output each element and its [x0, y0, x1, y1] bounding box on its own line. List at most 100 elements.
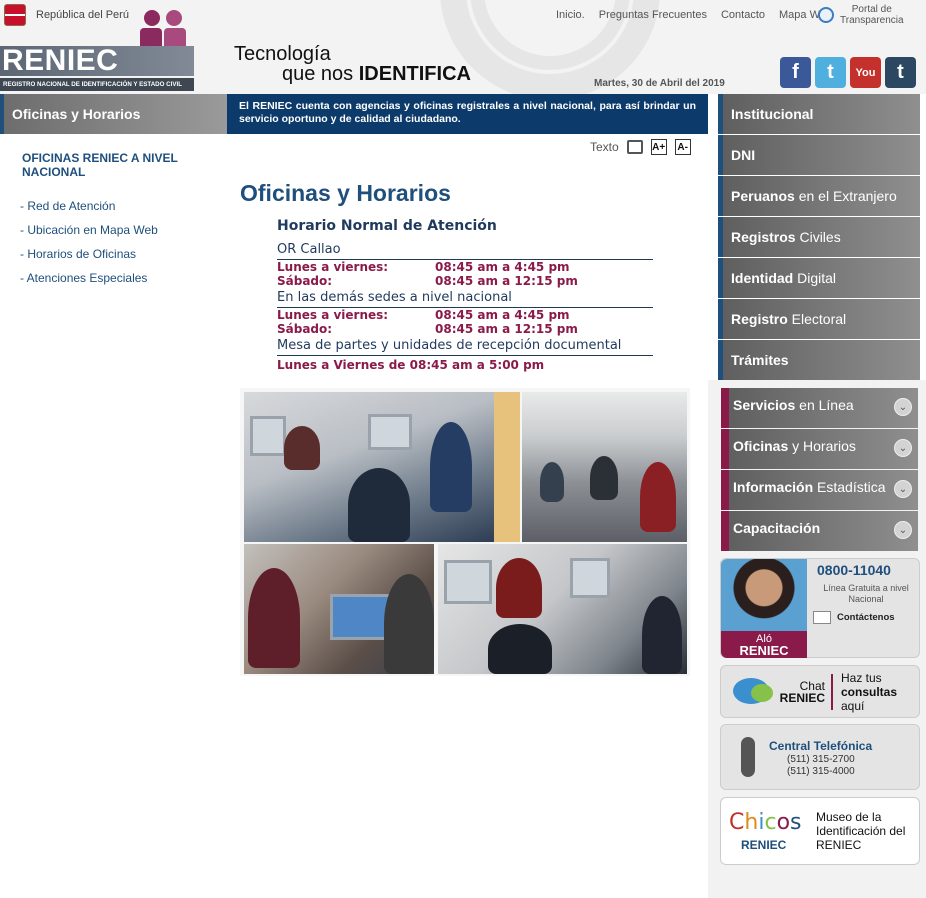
hotline-number: 0800-11040: [817, 562, 891, 578]
font-decrease-button[interactable]: A-: [674, 139, 691, 155]
top-nav: Inicio. Preguntas Frecuentes Contacto Ma…: [556, 9, 846, 21]
alo-reniec-box[interactable]: Aló RENIEC 0800-11040 Línea Gratuita a n…: [720, 558, 920, 658]
central-title: Central Telefónica: [769, 739, 873, 753]
chevron-down-icon: ⌄: [894, 480, 912, 498]
office-photo-2: [522, 392, 687, 542]
hours-time: 08:45 am a 4:45 pm: [435, 260, 570, 274]
reniec-logo[interactable]: RENIEC REGISTRO NACIONAL DE IDENTIFICACI…: [0, 10, 194, 91]
logo-subtitle: REGISTRO NACIONAL DE IDENTIFICACIÓN Y ES…: [0, 78, 194, 91]
nav-label: Información: [733, 479, 814, 495]
slogan-line1: Tecnología: [234, 43, 331, 65]
hours-day: Lunes a viernes:: [277, 308, 389, 322]
envelope-icon: [813, 611, 831, 624]
left-link-horarios[interactable]: - Horarios de Oficinas: [20, 247, 158, 261]
office-photo-4: [438, 544, 687, 674]
nav-informacion-estadistica[interactable]: Información Estadística ⌄: [721, 470, 918, 510]
hours-day: Sábado:: [277, 274, 333, 288]
slogan: Tecnología que nos IDENTIFICA: [234, 44, 471, 84]
chevron-down-icon: ⌄: [894, 521, 912, 539]
text-tools: Texto A+ A-: [590, 139, 691, 155]
nav-label: Capacitación: [733, 520, 821, 536]
chat-text-line3: aquí: [841, 699, 865, 713]
nav-label: Institucional: [731, 106, 814, 122]
hours-location-3: Mesa de partes y unidades de recepción d…: [277, 336, 653, 356]
alo-brand: Aló RENIEC: [721, 631, 807, 658]
office-photo-divider: [494, 392, 520, 542]
nav-capacitacion[interactable]: Capacitación ⌄: [721, 511, 918, 551]
left-link-mapa-web[interactable]: - Ubicación en Mapa Web: [20, 223, 158, 237]
font-increase-button[interactable]: A+: [650, 139, 667, 155]
left-link-red-atencion[interactable]: - Red de Atención: [20, 199, 158, 213]
youtube-icon[interactable]: You: [850, 57, 881, 88]
slogan-line2a: que nos: [282, 63, 354, 85]
facebook-icon[interactable]: f: [780, 57, 811, 88]
nav-identidad-digital[interactable]: Identidad Digital: [718, 258, 920, 298]
nav-oficinas-horarios[interactable]: Oficinas y Horarios ⌄: [721, 429, 918, 469]
notice-banner: El RENIEC cuenta con agencias y oficinas…: [227, 94, 708, 134]
chat-brand: Chat RENIEC: [775, 680, 825, 704]
chicos-letter: c: [764, 810, 777, 835]
nav-label-rest: Digital: [793, 270, 837, 286]
current-date: Martes, 30 de Abril del 2019: [594, 78, 725, 89]
hours-row: Lunes a viernes: 08:45 am a 4:45 pm: [277, 308, 653, 322]
right-nav: Institucional DNI Peruanos en el Extranj…: [718, 94, 920, 381]
nav-label-rest: y Horarios: [788, 438, 856, 454]
hours-time: 08:45 am a 12:15 pm: [435, 322, 578, 336]
operator-avatar: [721, 559, 807, 631]
nav-registros-civiles[interactable]: Registros Civiles: [718, 217, 920, 257]
nav-label: Trámites: [731, 352, 789, 368]
chat-text: Haz tus consultas aquí: [841, 671, 897, 713]
slogan-line2b: IDENTIFICA: [358, 63, 471, 85]
central-number-1: (511) 315-2700: [787, 754, 855, 765]
nav-label: Servicios: [733, 397, 796, 413]
nav-label-rest: Electoral: [787, 311, 847, 327]
central-numbers: (511) 315-2700 (511) 315-4000: [787, 754, 855, 778]
hours-row: Sábado: 08:45 am a 12:15 pm: [277, 274, 653, 288]
transparency-line2: Transparencia: [840, 15, 904, 26]
slogan-line2: que nos IDENTIFICA: [234, 64, 471, 84]
tumblr-icon[interactable]: t: [885, 57, 916, 88]
hours-time: 08:45 am a 12:15 pm: [435, 274, 578, 288]
left-links: - Red de Atención - Ubicación en Mapa We…: [20, 199, 158, 295]
nav-link-inicio[interactable]: Inicio.: [556, 9, 585, 21]
hours-time: 08:45 am a 4:45 pm: [435, 308, 570, 322]
hours-row: Lunes a viernes: 08:45 am a 4:45 pm: [277, 260, 653, 274]
chicos-sub: RENIEC: [741, 838, 787, 852]
nav-peruanos-extranjero[interactable]: Peruanos en el Extranjero: [718, 176, 920, 216]
central-phone-box[interactable]: Central Telefónica (511) 315-2700 (511) …: [720, 724, 920, 790]
chicos-reniec-box[interactable]: Chicos RENIEC Museo de la Identificación…: [720, 797, 920, 865]
nav-registro-electoral[interactable]: Registro Electoral: [718, 299, 920, 339]
hours-day: Lunes a viernes:: [277, 260, 389, 274]
nav-institucional[interactable]: Institucional: [718, 94, 920, 134]
page-title: Oficinas y Horarios: [240, 180, 451, 206]
chevron-down-icon: ⌄: [894, 439, 912, 457]
nav-servicios-linea[interactable]: Servicios en Línea ⌄: [721, 388, 918, 428]
left-section-heading[interactable]: OFICINAS RENIEC A NIVEL NACIONAL: [22, 151, 202, 179]
print-icon[interactable]: [626, 140, 643, 154]
nav-dni[interactable]: DNI: [718, 135, 920, 175]
chicos-letter: s: [790, 810, 802, 835]
transparency-link[interactable]: Portal de Transparencia: [818, 4, 904, 26]
chicos-letter: o: [776, 810, 791, 835]
hours-location-1: OR Callao: [277, 240, 653, 260]
nav-label-rest: Estadística: [813, 479, 886, 495]
transparency-label: Portal de Transparencia: [840, 4, 904, 26]
chicos-letter: C: [729, 810, 745, 835]
text-label: Texto: [590, 140, 619, 154]
central-number-2: (511) 315-4000: [787, 766, 855, 777]
nav-link-faq[interactable]: Preguntas Frecuentes: [599, 9, 707, 21]
hotline-caption: Línea Gratuita a nivel Nacional: [823, 583, 909, 604]
right-nav-secondary: Servicios en Línea ⌄ Oficinas y Horarios ⌄…: [721, 388, 918, 552]
nav-tramites[interactable]: Trámites: [718, 340, 920, 380]
hours-row: Sábado: 08:45 am a 12:15 pm: [277, 322, 653, 336]
nav-link-contacto[interactable]: Contacto: [721, 9, 765, 21]
page: República del Perú RENIEC REGISTRO NACIO…: [0, 0, 926, 898]
chat-reniec-box[interactable]: Chat RENIEC Haz tus consultas aquí: [720, 665, 920, 718]
left-link-atenciones[interactable]: - Atenciones Especiales: [20, 271, 158, 285]
twitter-icon[interactable]: t: [815, 57, 846, 88]
hours-location-2: En las demás sedes a nivel nacional: [277, 288, 653, 308]
hours-table: Horario Normal de Atención OR Callao Lun…: [277, 218, 653, 372]
chicos-logo: Chicos: [729, 810, 802, 835]
contact-link[interactable]: Contáctenos: [813, 611, 895, 624]
office-photo-3: [244, 544, 434, 674]
